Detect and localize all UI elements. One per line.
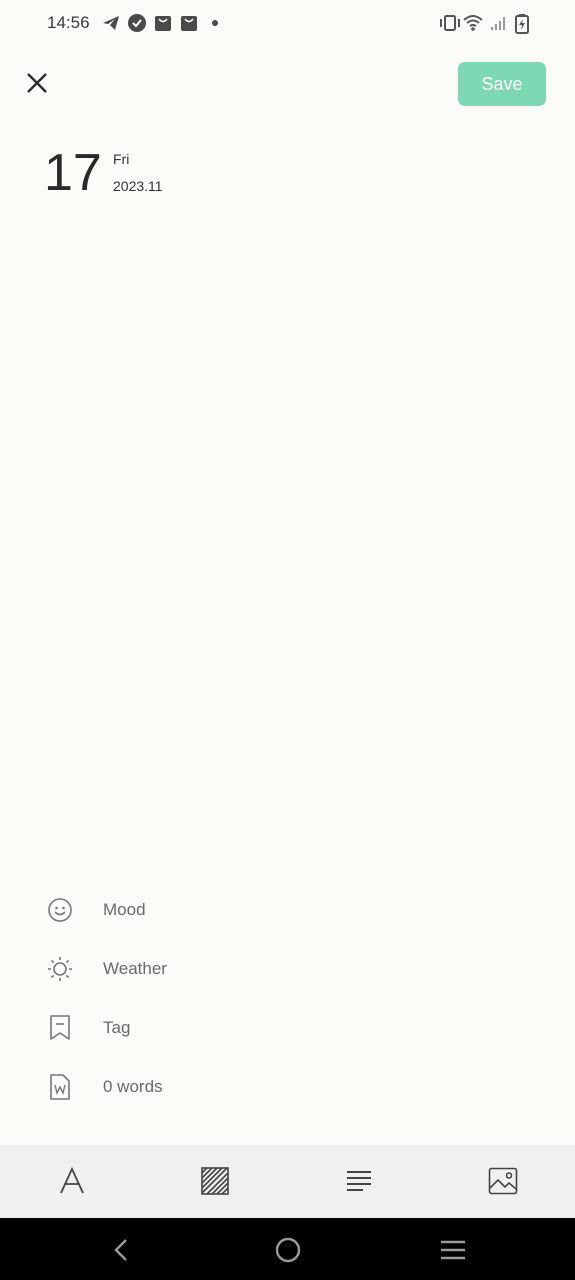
wifi-icon: [463, 15, 483, 31]
check-badge-icon: [128, 14, 146, 32]
bookmark-icon: [44, 1012, 76, 1044]
dot-icon: [212, 20, 218, 26]
sun-icon: [44, 953, 76, 985]
vibrate-icon: [440, 15, 460, 31]
word-count-label: 0 words: [103, 1077, 163, 1096]
pattern-background-icon: [201, 1167, 229, 1195]
shopping-bag-icon: [155, 16, 171, 31]
text-align-button[interactable]: [339, 1161, 379, 1201]
mood-label: Mood: [103, 900, 146, 919]
text-format-icon: [60, 1167, 84, 1194]
menu-icon: [441, 1240, 465, 1260]
close-icon: [27, 73, 47, 93]
weather-label: Weather: [103, 959, 167, 978]
system-nav-bar: [0, 1218, 575, 1280]
word-count-row[interactable]: 0 words: [44, 1067, 344, 1107]
date-weekday: Fri: [113, 151, 130, 167]
home-button[interactable]: [270, 1232, 306, 1268]
tag-row[interactable]: Tag: [44, 1008, 344, 1048]
background-pattern-button[interactable]: [195, 1161, 235, 1201]
align-text-icon: [347, 1171, 371, 1191]
close-button[interactable]: [16, 62, 58, 104]
signal-icon: [491, 17, 505, 30]
image-icon: [488, 1167, 518, 1195]
status-time: 14:56: [47, 13, 90, 32]
tag-label: Tag: [103, 1018, 131, 1037]
back-button[interactable]: [104, 1232, 140, 1268]
home-icon: [275, 1237, 301, 1263]
smiley-icon: [44, 894, 76, 926]
word-document-icon: [44, 1071, 76, 1103]
back-icon: [114, 1239, 127, 1261]
battery-charging-icon: [515, 14, 529, 34]
telegram-icon: [103, 16, 119, 30]
date-year-month: 2023.11: [113, 178, 163, 194]
insert-image-button[interactable]: [483, 1161, 523, 1201]
menu-button[interactable]: [435, 1232, 471, 1268]
text-format-button[interactable]: [52, 1161, 92, 1201]
editor-toolbar: [0, 1145, 575, 1218]
shopping-bag-icon: [181, 16, 197, 31]
status-bar: 14:56: [0, 0, 575, 48]
mood-row[interactable]: Mood: [44, 890, 344, 930]
weather-row[interactable]: Weather: [44, 949, 344, 989]
save-button[interactable]: Save: [458, 62, 546, 106]
date-day: 17: [44, 144, 102, 202]
